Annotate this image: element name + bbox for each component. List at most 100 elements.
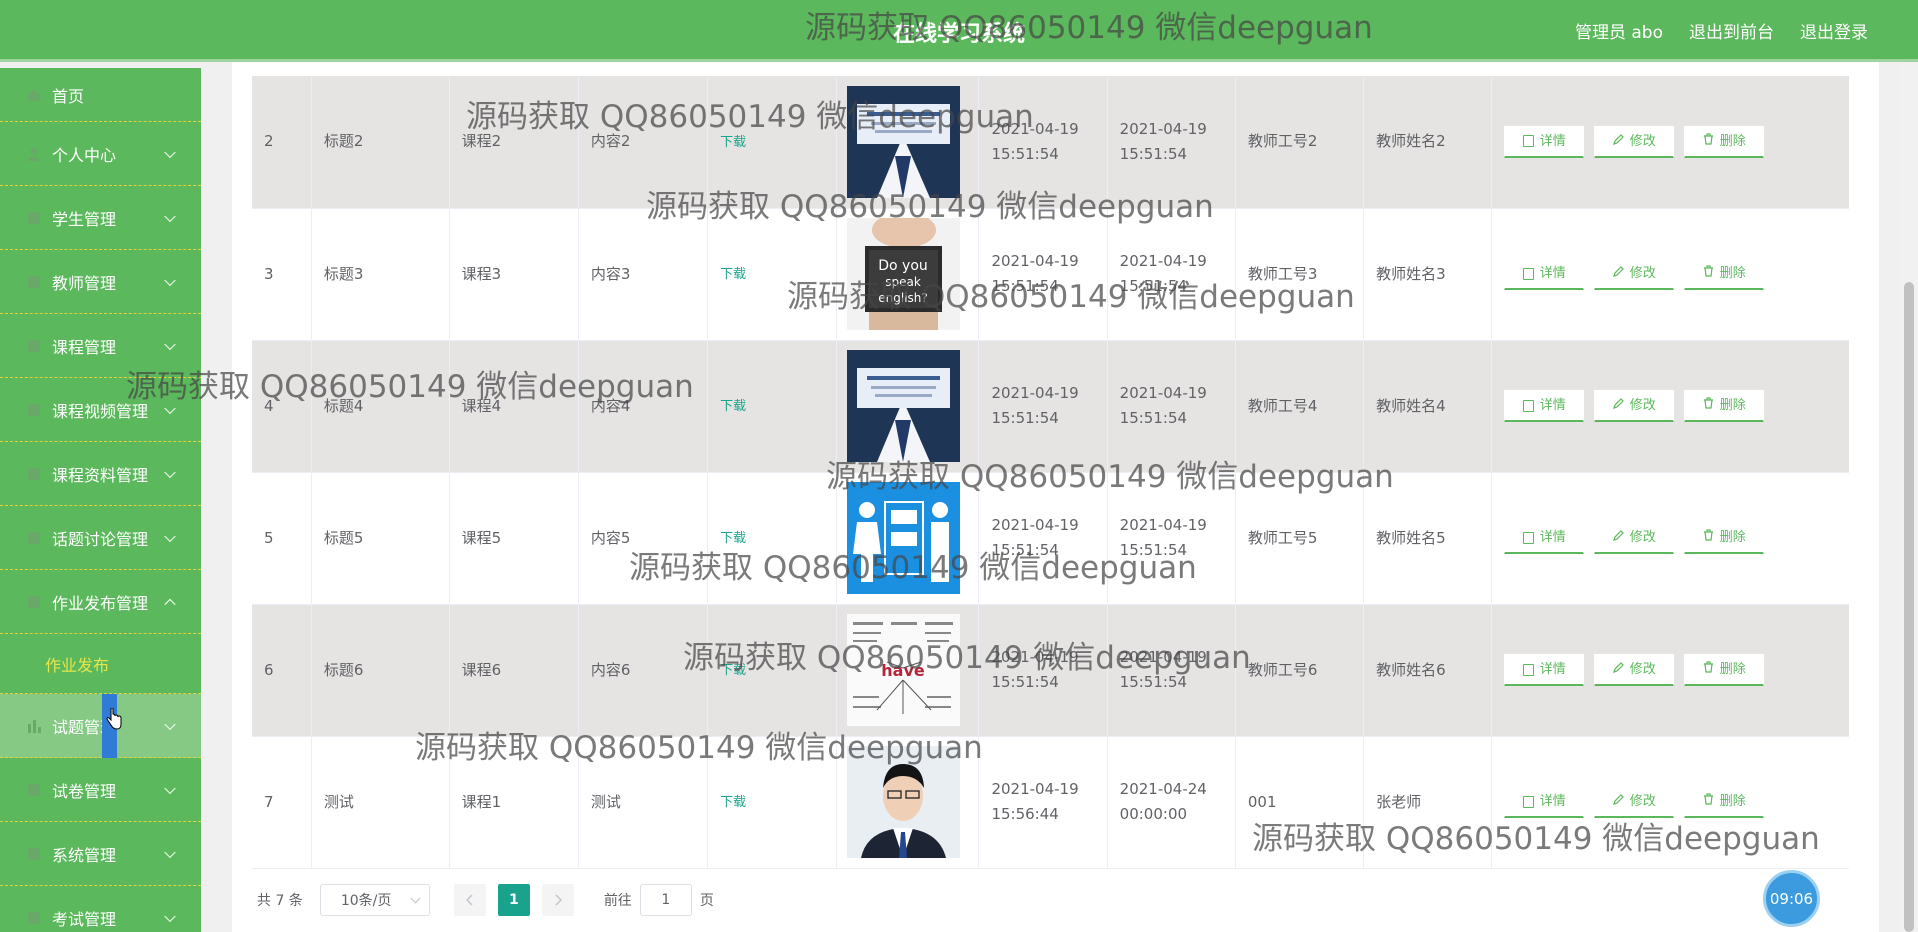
detail-button[interactable]: 详情 <box>1504 522 1585 554</box>
admin-user-link[interactable]: 管理员 abo <box>1575 18 1663 43</box>
cell-index: 3 <box>252 208 312 341</box>
sidebar-item-home[interactable]: 首页 <box>0 68 201 122</box>
delete-button[interactable]: 删除 <box>1684 258 1765 290</box>
cell-attachment: 下载 <box>707 472 838 605</box>
floating-clock[interactable]: 09:06 <box>1763 870 1820 927</box>
detail-label: 详情 <box>1539 133 1566 149</box>
sidebar-item-homework[interactable]: 作业发布管理 <box>0 570 201 634</box>
sidebar-item-user[interactable]: 个人中心 <box>0 122 201 186</box>
download-link[interactable]: 下载 <box>720 267 746 282</box>
pencil-icon <box>1612 261 1624 286</box>
download-link[interactable]: 下载 <box>720 135 746 150</box>
sidebar-item-exam[interactable]: 考试管理 <box>0 886 201 932</box>
detail-label: 详情 <box>1539 530 1566 545</box>
cell-teacher-number: 教师工号2 <box>1235 76 1365 209</box>
cell-start-time: 2021-04-19 15:51:54 <box>978 76 1108 209</box>
detail-button[interactable]: 详情 <box>1504 390 1585 422</box>
download-link[interactable]: 下载 <box>720 531 746 546</box>
detail-button[interactable]: 详情 <box>1504 125 1585 158</box>
teacher-icon <box>26 274 42 290</box>
pagination-total: 共 7 条 <box>257 893 303 909</box>
chevron-down-icon <box>164 274 176 286</box>
pencil-icon <box>1612 525 1624 550</box>
cell-attachment: 下载 <box>707 340 838 473</box>
cell-teacher-number: 001 <box>1235 736 1365 869</box>
logout-link[interactable]: 退出登录 <box>1800 18 1868 43</box>
edit-button[interactable]: 修改 <box>1594 390 1675 422</box>
sidebar-item-student[interactable]: 学生管理 <box>0 186 201 250</box>
sidebar-item-label: 话题讨论管理 <box>52 529 149 549</box>
delete-button[interactable]: 删除 <box>1684 654 1765 686</box>
delete-button[interactable]: 删除 <box>1684 522 1765 554</box>
detail-button[interactable]: 详情 <box>1504 786 1585 818</box>
course-icon <box>26 338 42 354</box>
page-number-current[interactable]: 1 <box>497 884 530 916</box>
edit-button[interactable]: 修改 <box>1594 522 1675 554</box>
cell-title: 标题6 <box>311 604 450 737</box>
cell-attachment: 下载 <box>707 208 838 341</box>
delete-button[interactable]: 删除 <box>1684 786 1765 818</box>
delete-label: 删除 <box>1719 266 1746 281</box>
cell-start-time: 2021-04-19 15:51:54 <box>978 604 1108 737</box>
sidebar-item-discussion[interactable]: 话题讨论管理 <box>0 506 201 570</box>
edit-label: 修改 <box>1629 133 1656 149</box>
delete-button[interactable]: 删除 <box>1684 125 1765 158</box>
cell-actions: 详情 修改 删除 <box>1491 736 1849 869</box>
detail-button[interactable]: 详情 <box>1504 654 1585 686</box>
page-size-select[interactable]: 10条/页 <box>319 884 430 916</box>
cell-title: 标题4 <box>311 340 450 473</box>
sidebar-item-bar-chart[interactable]: 试题管理 <box>0 694 201 758</box>
cell-image <box>836 340 980 473</box>
download-link[interactable]: 下载 <box>720 795 746 810</box>
sidebar-item-document[interactable]: 课程资料管理 <box>0 442 201 506</box>
goto-page-input[interactable] <box>639 884 692 916</box>
prev-page-button[interactable] <box>453 884 486 916</box>
cell-title: 标题2 <box>311 76 450 209</box>
cell-index: 4 <box>252 340 312 473</box>
next-page-button[interactable] <box>541 884 574 916</box>
cell-end-time: 2021-04-19 15:51:54 <box>1107 76 1236 209</box>
edit-button[interactable]: 修改 <box>1594 258 1675 290</box>
header-nav: 管理员 abo 退出到前台 退出登录 <box>1575 18 1868 43</box>
table-row: 5 标题5 课程5 内容5 下载 2021-04-19 15:51:54 2021-04-1… <box>252 472 1849 605</box>
submenu-item-homework-publish[interactable]: 作业发布 <box>0 634 201 694</box>
edit-label: 修改 <box>1629 794 1656 809</box>
sidebar-item-teacher[interactable]: 教师管理 <box>0 250 201 314</box>
cell-actions: 详情 修改 删除 <box>1491 208 1849 341</box>
download-link[interactable]: 下载 <box>720 663 746 678</box>
cell-content: 内容6 <box>578 604 709 737</box>
sidebar-item-video[interactable]: 课程视频管理 <box>0 378 201 442</box>
scrollbar-thumb[interactable] <box>1904 282 1914 932</box>
page-unit-label: 页 <box>699 893 714 909</box>
delete-button[interactable]: 删除 <box>1684 390 1765 422</box>
cell-start-time: 2021-04-19 15:51:54 <box>978 340 1108 473</box>
edit-button[interactable]: 修改 <box>1594 786 1675 818</box>
trash-icon <box>1703 261 1714 286</box>
discussion-icon <box>26 530 42 546</box>
goto-label: 前往 <box>603 893 632 909</box>
sidebar-item-system[interactable]: 系统管理 <box>0 822 201 886</box>
edit-button[interactable]: 修改 <box>1594 125 1675 158</box>
delete-label: 删除 <box>1719 398 1746 413</box>
cell-title: 测试 <box>311 736 450 869</box>
sidebar-item-label: 教师管理 <box>52 273 117 293</box>
cell-attachment: 下载 <box>707 736 838 869</box>
pencil-icon <box>1612 657 1624 682</box>
sidebar-item-label: 学生管理 <box>52 209 117 229</box>
edit-button[interactable]: 修改 <box>1594 654 1675 686</box>
cell-start-time: 2021-04-19 15:56:44 <box>978 736 1108 869</box>
sidebar-item-course[interactable]: 课程管理 <box>0 314 201 378</box>
cell-image <box>836 76 980 209</box>
video-icon <box>26 402 42 418</box>
cell-index: 2 <box>252 76 312 209</box>
system-icon <box>26 846 42 862</box>
detail-label: 详情 <box>1539 266 1566 281</box>
cell-teacher-name: 教师姓名3 <box>1363 208 1493 341</box>
sidebar-item-exam-paper[interactable]: 试卷管理 <box>0 758 201 822</box>
download-link[interactable]: 下载 <box>720 399 746 414</box>
exam-icon <box>26 910 42 926</box>
detail-button[interactable]: 详情 <box>1504 258 1585 290</box>
exit-to-frontend-link[interactable]: 退出到前台 <box>1689 18 1774 43</box>
document-icon <box>26 466 42 482</box>
page-size-value: 10条/页 <box>340 893 392 909</box>
